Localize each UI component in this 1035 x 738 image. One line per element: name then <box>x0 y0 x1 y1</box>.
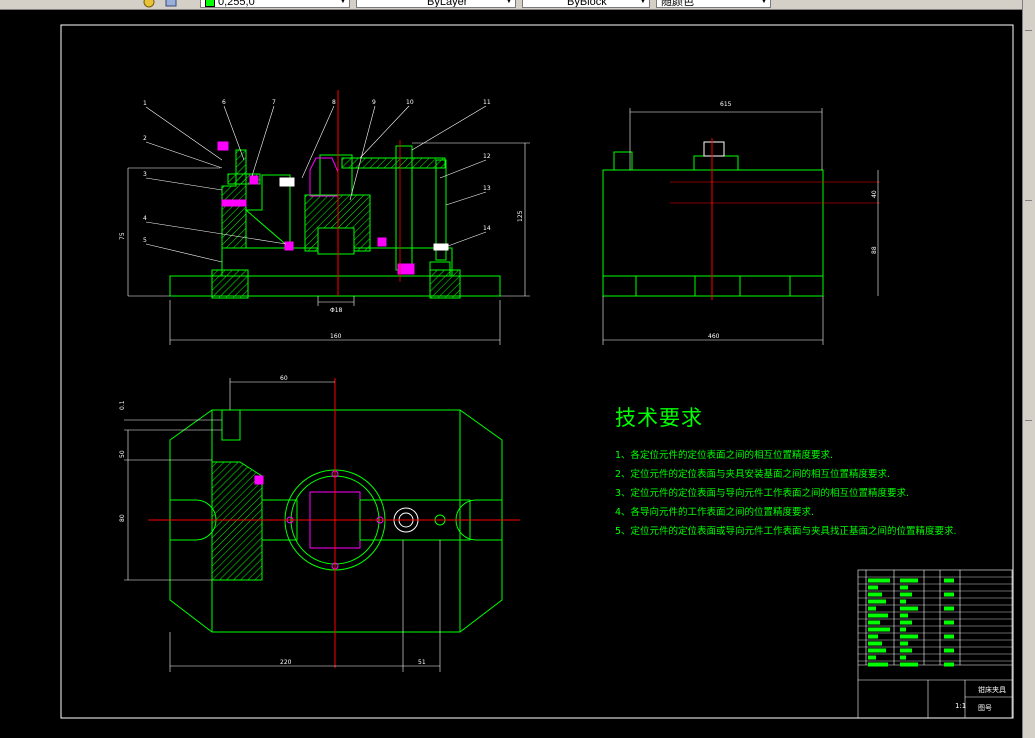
dim-side-h1: 40 <box>871 190 878 198</box>
title-block-cell <box>868 634 878 639</box>
dim-front-total: 125 <box>517 210 524 222</box>
title-block-cell <box>900 592 912 597</box>
tech-requirement-item: 2、定位元件的定位表面与夹具安装基面之间的相互位置精度要求. <box>615 469 891 480</box>
title-block-cell <box>868 613 888 618</box>
title-block-cell <box>868 655 876 660</box>
lineweight-value: ByBlock <box>567 0 607 8</box>
balloon-9: 9 <box>372 99 376 106</box>
title-drawing-no: 图号 <box>978 704 992 712</box>
title-block-cell <box>868 606 876 611</box>
lineweight-select[interactable]: ByBlock ▼ <box>522 0 650 8</box>
balloon-2: 2 <box>143 135 147 142</box>
chevron-down-icon[interactable]: ▼ <box>759 0 769 7</box>
tech-requirements-title: 技术要求 <box>615 406 703 430</box>
title-block-cell <box>868 641 882 646</box>
dim-plan-width: 220 <box>280 659 292 666</box>
layer-previous-icon[interactable] <box>165 0 177 8</box>
title-block-cell <box>868 662 888 667</box>
title-block-cell <box>868 648 886 653</box>
properties-toolbar: 0,255,0 ▼ ByLayer ▼ ByBlock ▼ 随颜色 ▼ <box>0 0 1035 10</box>
title-block-cell <box>900 627 906 632</box>
title-scale: 1:1 <box>955 702 966 710</box>
balloon-7: 7 <box>272 99 276 106</box>
side-dimensions <box>602 108 879 345</box>
chevron-down-icon[interactable]: ▼ <box>638 0 648 7</box>
title-block-cell <box>944 578 954 583</box>
dim-front-width: 160 <box>330 333 342 340</box>
title-block-cell <box>900 662 918 667</box>
dim-side-h2: 88 <box>871 246 878 254</box>
balloon-11: 11 <box>483 99 491 106</box>
title-block-cell <box>944 648 954 653</box>
title-block-cell <box>900 613 908 618</box>
title-block-fills <box>868 578 954 667</box>
title-block-cell <box>868 599 886 604</box>
side-view <box>602 141 824 297</box>
title-block-cell <box>900 599 906 604</box>
dim-plan-offset: 51 <box>418 659 426 666</box>
title-block-cell <box>900 606 918 611</box>
balloon-8: 8 <box>332 99 336 106</box>
plotstyle-select[interactable]: 随颜色 ▼ <box>656 0 771 8</box>
balloon-6: 6 <box>222 99 226 106</box>
title-block-cell <box>944 592 954 597</box>
tech-requirement-item: 3、定位元件的定位表面与导向元件工作表面之间的相互位置精度要求. <box>615 488 910 499</box>
tech-requirement-item: 4、各导向元件的工作表面之间的位置精度要求. <box>615 507 815 518</box>
title-block-cell <box>900 641 908 646</box>
tech-requirement-item: 1、各定位元件的定位表面之间的相互位置精度要求. <box>615 450 834 461</box>
plan-dimensions <box>124 378 441 672</box>
balloon-13: 13 <box>483 185 491 192</box>
title-block-cell <box>868 585 878 590</box>
balloon-4: 4 <box>143 215 147 222</box>
title-block-cell <box>900 578 918 583</box>
dim-plan-top: 60 <box>280 375 288 382</box>
chevron-down-icon[interactable]: ▼ <box>338 0 348 7</box>
dim-side-bottom: 460 <box>708 333 720 340</box>
drawing-canvas[interactable]: 1 2 3 4 5 6 7 8 9 10 11 12 13 14 160 75 … <box>0 10 1023 738</box>
title-block-cell <box>944 620 954 625</box>
front-view <box>169 141 501 299</box>
title-block-cell <box>944 634 954 639</box>
dim-plan-h2: 80 <box>119 514 126 522</box>
title-block-cell <box>868 592 882 597</box>
color-select[interactable]: 0,255,0 ▼ <box>200 0 350 8</box>
balloon-1: 1 <box>143 100 147 107</box>
title-block-cell <box>900 585 908 590</box>
dim-front-bore: Φ18 <box>330 307 343 314</box>
dim-plan-tol: 0.1 <box>119 400 126 410</box>
title-block-cell <box>868 627 890 632</box>
color-value: 0,255,0 <box>218 0 255 8</box>
title-block-cell <box>868 578 890 583</box>
title-block-cell <box>900 620 912 625</box>
balloon-12: 12 <box>483 153 491 160</box>
title-block-rows <box>858 576 1012 662</box>
color-swatch <box>205 0 215 7</box>
title-block-cell <box>868 620 880 625</box>
title-block-cell <box>900 655 906 660</box>
balloon-5: 5 <box>143 237 147 244</box>
title-block-cell <box>900 634 918 639</box>
title-block-cell <box>944 606 954 611</box>
title-block-cell <box>900 648 912 653</box>
balloon-3: 3 <box>143 171 147 178</box>
balloon-14: 14 <box>483 225 491 232</box>
linetype-value: ByLayer <box>427 0 468 8</box>
dim-front-height: 75 <box>119 232 126 240</box>
tech-requirement-item: 5、定位元件的定位表面或导向元件工作表面与夹具找正基面之间的位置精度要求. <box>615 526 957 537</box>
title-block-cell <box>944 662 954 667</box>
dim-side-top: 615 <box>720 101 732 108</box>
layer-state-icon[interactable] <box>143 0 155 8</box>
right-docked-toolbar <box>1022 0 1035 738</box>
chevron-down-icon[interactable]: ▼ <box>504 0 514 7</box>
plotstyle-value: 随颜色 <box>661 0 694 8</box>
plan-view <box>169 409 503 633</box>
balloon-10: 10 <box>406 99 414 106</box>
title-name: 钳床夹具 <box>978 685 1006 694</box>
linetype-select[interactable]: ByLayer ▼ <box>356 0 516 8</box>
dim-plan-h1: 50 <box>119 450 126 458</box>
